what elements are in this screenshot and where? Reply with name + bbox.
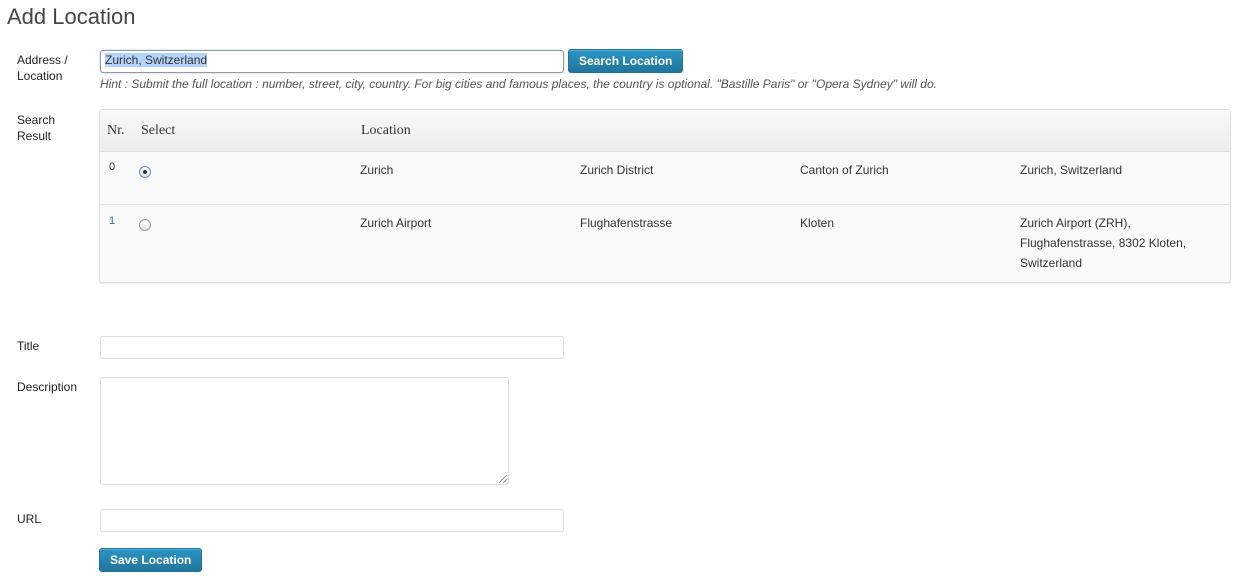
row-nr: 1 [109, 215, 116, 227]
table-header: Nr. Select Location [100, 110, 1230, 152]
url-input[interactable] [100, 509, 564, 532]
address-input[interactable]: Zurich, Switzerland [100, 50, 564, 73]
address-label-line2: Location [17, 69, 63, 83]
address-label-line1: Address / [17, 53, 68, 67]
table-row: 1 Zurich Airport Flughafenstrasse Kloten… [100, 205, 1230, 282]
select-radio-1[interactable] [139, 219, 151, 231]
resize-grip-icon[interactable] [499, 475, 507, 483]
row-full-address-line: Flughafenstrasse, 8302 Kloten, [1020, 236, 1187, 250]
title-input[interactable] [100, 336, 564, 359]
address-hint: Hint : Submit the full location : number… [100, 77, 937, 91]
title-label: Title [17, 339, 40, 353]
row-full-address: Zurich, Switzerland [1020, 160, 1122, 180]
description-label: Description [17, 380, 78, 394]
search-result-label-line1: Search [17, 113, 56, 127]
row-location-name: Zurich [360, 163, 394, 177]
search-location-button[interactable]: Search Location [568, 49, 684, 73]
header-nr: Nr. [107, 123, 125, 138]
page-title: Add Location [7, 4, 136, 29]
search-result-label-line2: Result [17, 129, 52, 143]
header-location: Location [361, 123, 411, 138]
url-label: URL [17, 512, 42, 526]
header-select: Select [141, 123, 176, 138]
row-district: Flughafenstrasse [580, 216, 673, 230]
row-nr: 0 [109, 161, 116, 173]
row-region: Canton of Zurich [800, 163, 889, 177]
row-district: Zurich District [580, 163, 654, 177]
search-result-label: Search Result [17, 112, 55, 144]
table-row: 0 Zurich Zurich District Canton of Zuric… [100, 152, 1230, 205]
select-radio-0[interactable] [139, 166, 151, 178]
description-textarea[interactable] [100, 377, 509, 485]
search-result-table: Nr. Select Location 0 Zurich Zurich Dist… [99, 109, 1231, 283]
save-location-button[interactable]: Save Location [99, 548, 203, 572]
row-region: Kloten [800, 216, 835, 230]
address-input-value: Zurich, Switzerland [105, 53, 208, 67]
row-full-address-line: Zurich Airport (ZRH), [1020, 216, 1131, 230]
row-location-name: Zurich Airport [360, 216, 432, 230]
row-full-address: Zurich Airport (ZRH), Flughafenstrasse, … [1020, 213, 1186, 273]
address-label: Address / Location [17, 52, 68, 84]
row-full-address-line: Zurich, Switzerland [1020, 163, 1123, 177]
row-full-address-line: Switzerland [1020, 256, 1083, 270]
